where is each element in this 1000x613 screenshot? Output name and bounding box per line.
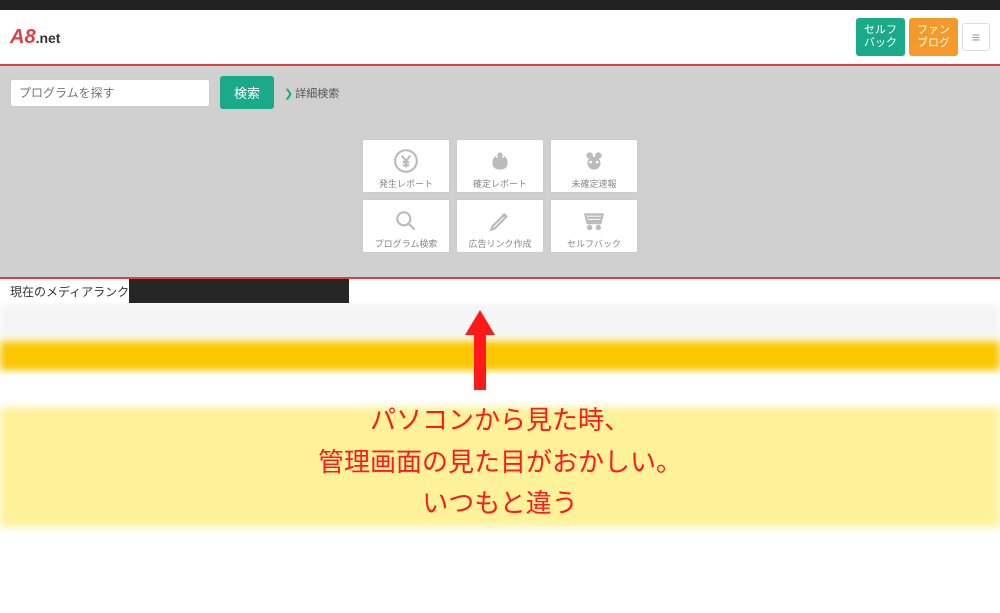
header: A8.net セルフ バック ファン ブログ ≡ — [0, 10, 1000, 66]
tiles-grid: 発生レポート 確定レポート 未確定速報 プログラム検索 広告リンク作成 — [362, 139, 638, 253]
search-button[interactable]: 検索 — [220, 76, 274, 109]
tile-program-search[interactable]: プログラム検索 — [362, 199, 450, 253]
pencil-icon — [486, 207, 514, 235]
logo[interactable]: A8.net — [10, 26, 60, 49]
advanced-search-link[interactable]: ❯詳細検索 — [284, 85, 339, 101]
redacted-block — [129, 279, 349, 303]
tile-unconfirmed-breaking[interactable]: 未確定速報 — [550, 139, 638, 193]
media-rank-label: 現在のメディアランク — [0, 283, 129, 300]
cart-icon — [580, 207, 608, 235]
tile-ad-link-create[interactable]: 広告リンク作成 — [456, 199, 544, 253]
tile-selfback[interactable]: セルフバック — [550, 199, 638, 253]
advanced-search-label: 詳細検索 — [295, 88, 339, 100]
tile-label: セルフバック — [567, 237, 621, 250]
logo-brand: A8 — [10, 26, 36, 48]
tiles-area: 発生レポート 確定レポート 未確定速報 プログラム検索 広告リンク作成 — [0, 119, 1000, 277]
chevron-right-icon: ❯ — [284, 88, 293, 100]
search-icon — [392, 207, 420, 235]
logo-suffix: .net — [36, 30, 61, 46]
window-chrome — [0, 0, 1000, 10]
purse-icon — [486, 147, 514, 175]
tile-label: 確定レポート — [473, 177, 527, 190]
selfback-button[interactable]: セルフ バック — [856, 18, 905, 56]
tile-label: 発生レポート — [379, 177, 433, 190]
annotation-arrow — [460, 310, 500, 395]
tile-occurrence-report[interactable]: 発生レポート — [362, 139, 450, 193]
search-input[interactable] — [10, 79, 210, 107]
annotation-text: パソコンから見た時、 管理画面の見た目がおかしい。 いつもと違う — [0, 400, 1000, 525]
bug-icon — [580, 147, 608, 175]
media-rank-bar: 現在のメディアランク — [0, 277, 1000, 303]
header-buttons: セルフ バック ファン ブログ ≡ — [856, 18, 990, 56]
search-bar: 検索 ❯詳細検索 — [0, 66, 1000, 119]
tile-label: 未確定速報 — [571, 177, 616, 190]
yen-icon — [392, 147, 420, 175]
tile-label: プログラム検索 — [375, 237, 438, 250]
tile-label: 広告リンク作成 — [468, 237, 531, 250]
annotation-line-1: パソコンから見た時、 — [0, 400, 1000, 442]
menu-button[interactable]: ≡ — [962, 23, 990, 51]
hamburger-icon: ≡ — [972, 29, 980, 45]
fanblog-button[interactable]: ファン ブログ — [909, 18, 958, 56]
annotation-line-2: 管理画面の見た目がおかしい。 — [0, 442, 1000, 484]
tile-confirmed-report[interactable]: 確定レポート — [456, 139, 544, 193]
annotation-line-3: いつもと違う — [0, 483, 1000, 525]
